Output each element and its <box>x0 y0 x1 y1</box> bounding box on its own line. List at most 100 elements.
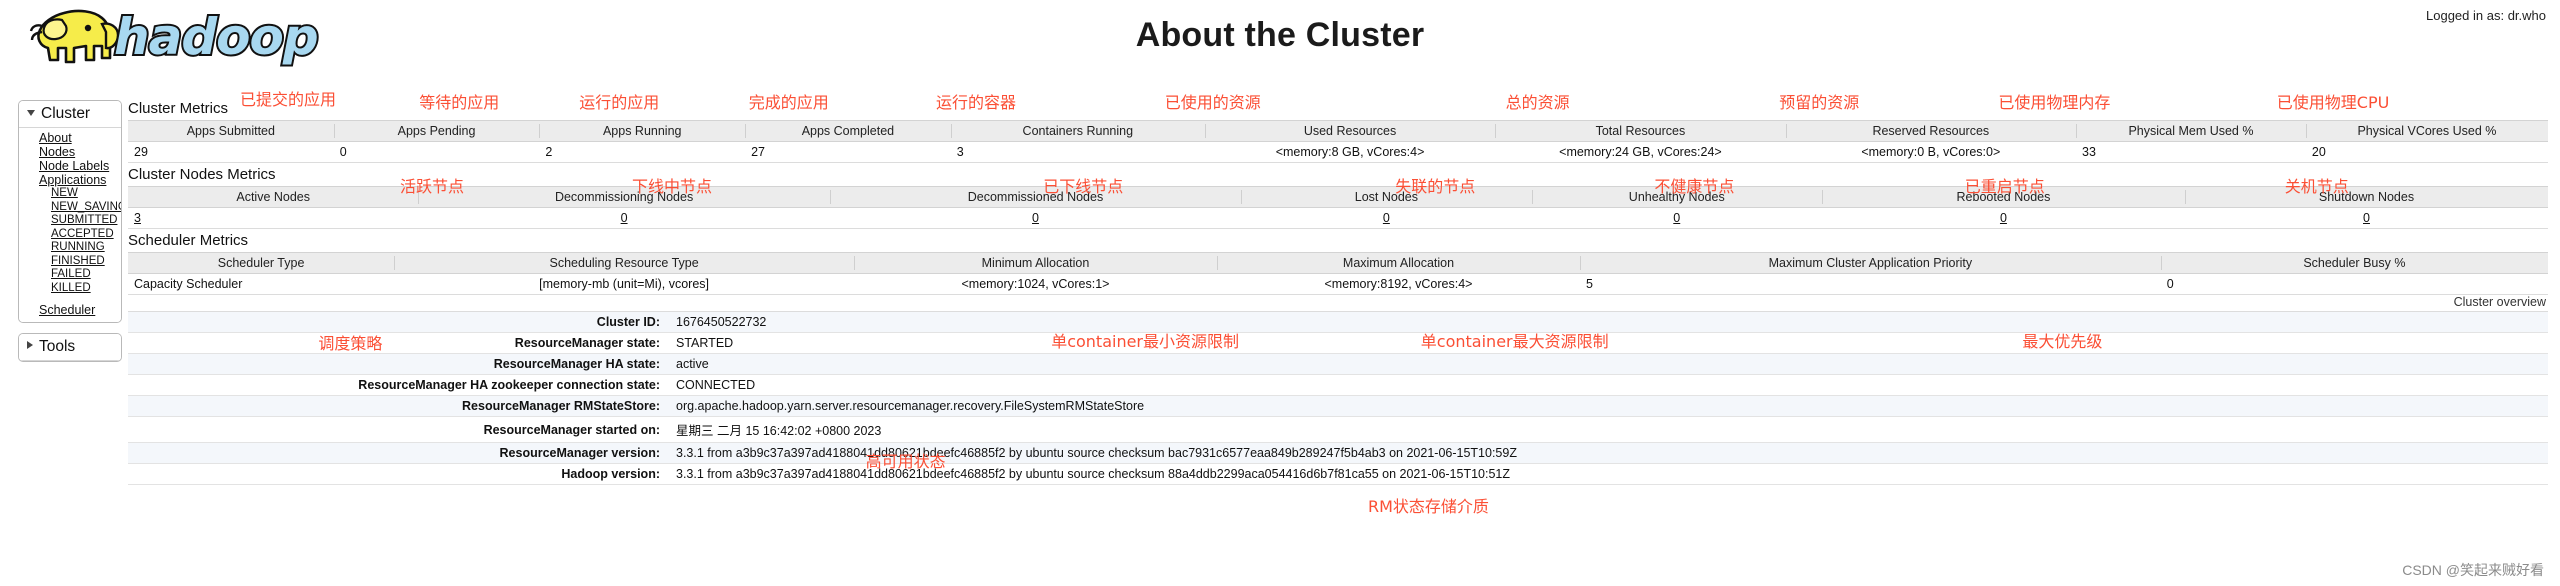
col-apps-submitted: Apps Submitted <box>128 120 334 142</box>
page-title: About the Cluster <box>1135 16 1425 54</box>
col-containers-running: Containers Running <box>950 120 1205 142</box>
table-row: ResourceManager RMStateStore: org.apache… <box>128 395 2548 417</box>
annotation-label: RM状态存储介质 <box>1368 496 1489 516</box>
label-rm-state: ResourceManager state: <box>514 336 660 350</box>
login-info: Logged in as: dr.who <box>2426 8 2546 23</box>
val-shutdown-nodes: 0 <box>2184 207 2548 229</box>
scheduler-metrics-title: Scheduler Metrics <box>128 232 249 249</box>
cluster-overview-caption: Cluster overview <box>2453 295 2546 309</box>
val-scheduling-resource-type: [memory-mb (unit=Mi), vcores] <box>394 273 854 295</box>
sidebar-item-submitted[interactable]: SUBMITTED <box>19 214 121 228</box>
col-apps-completed: Apps Completed <box>745 120 951 142</box>
sidebar-item-accepted[interactable]: ACCEPTED <box>19 228 121 242</box>
sidebar-header-tools[interactable]: Tools <box>19 334 121 361</box>
sidebar-item-new-saving[interactable]: NEW_SAVING <box>19 201 121 215</box>
col-rebooted-nodes: Rebooted Nodes <box>1821 186 2185 208</box>
col-unhealthy-nodes: Unhealthy Nodes <box>1531 186 1822 208</box>
col-scheduling-resource-type: Scheduling Resource Type <box>394 252 854 274</box>
chevron-right-icon <box>27 341 33 349</box>
val-rebooted-nodes: 0 <box>1821 207 2185 229</box>
sidebar-item-node-labels[interactable]: Node Labels <box>19 159 121 173</box>
sidebar-header-tools-label: Tools <box>39 338 76 355</box>
sidebar-item-finished[interactable]: FINISHED <box>19 255 121 269</box>
table-row: ResourceManager started on: 星期三 二月 15 16… <box>128 416 2548 443</box>
val-max-cluster-app-priority: 5 <box>1579 273 2161 295</box>
value-rm-ha-zk-state: CONNECTED <box>676 378 756 392</box>
val-decommissioning-nodes: 0 <box>418 207 830 229</box>
value-rm-state: STARTED <box>676 336 734 350</box>
table-row: Capacity Scheduler [memory-mb (unit=Mi),… <box>128 273 2548 295</box>
value-cluster-id: 1676450522732 <box>676 315 767 329</box>
table-row: 3 0 0 0 0 0 0 <box>128 207 2548 229</box>
sidebar-header-cluster[interactable]: Cluster <box>19 101 121 128</box>
cluster-overview-table: Cluster ID: 1676450522732 ResourceManage… <box>128 311 2548 485</box>
col-used-resources: Used Resources <box>1204 120 1496 142</box>
val-total-resources: <memory:24 GB, vCores:24> <box>1495 141 1786 163</box>
col-scheduler-type: Scheduler Type <box>128 252 395 274</box>
link-active-nodes[interactable]: 3 <box>134 211 141 225</box>
val-decommissioned-nodes: 0 <box>829 207 1242 229</box>
cluster-metrics-title: Cluster Metrics <box>128 100 229 117</box>
sidebar-block-tools: Tools <box>18 333 122 362</box>
label-rm-ha-state: ResourceManager HA state: <box>493 357 660 371</box>
col-scheduler-busy: Scheduler Busy % <box>2160 252 2548 274</box>
sidebar-block-cluster: Cluster About Nodes Node Labels Applicat… <box>18 100 122 323</box>
col-physical-vcores-used: Physical VCores Used % <box>2305 120 2548 142</box>
sidebar-item-nodes[interactable]: Nodes <box>19 145 121 159</box>
val-apps-submitted: 29 <box>128 141 334 163</box>
val-apps-completed: 27 <box>745 141 951 163</box>
val-used-resources: <memory:8 GB, vCores:4> <box>1204 141 1496 163</box>
sidebar: Cluster About Nodes Node Labels Applicat… <box>18 100 122 372</box>
sidebar-item-killed[interactable]: KILLED <box>19 282 121 296</box>
label-rm-started-on: ResourceManager started on: <box>483 422 660 437</box>
table-row: Cluster ID: 1676450522732 <box>128 311 2548 333</box>
val-scheduler-type: Capacity Scheduler <box>128 273 395 295</box>
col-maximum-allocation: Maximum Allocation <box>1216 252 1580 274</box>
sidebar-item-new[interactable]: NEW <box>19 187 121 201</box>
sidebar-item-scheduler[interactable]: Scheduler <box>19 303 121 317</box>
col-decommissioning-nodes: Decommissioning Nodes <box>418 186 830 208</box>
value-rm-version: 3.3.1 from a3b9c37a397ad4188041dd80621bd… <box>676 446 1517 460</box>
watermark: CSDN @笑起来贼好看 <box>2402 562 2544 578</box>
col-total-resources: Total Resources <box>1495 120 1786 142</box>
val-unhealthy-nodes: 0 <box>1531 207 1822 229</box>
resourcemanager-about-page: hadoop About the Cluster Logged in as: d… <box>0 0 2560 586</box>
link-decommissioned-nodes[interactable]: 0 <box>1032 211 1039 225</box>
value-rm-statestore: org.apache.hadoop.yarn.server.resourcema… <box>676 399 1145 413</box>
val-minimum-allocation: <memory:1024, vCores:1> <box>853 273 1217 295</box>
table-row: ResourceManager version: 3.3.1 from a3b9… <box>128 442 2548 464</box>
cluster-nodes-metrics-table: Active Nodes Decommissioning Nodes Decom… <box>128 186 2548 229</box>
table-row: ResourceManager HA zookeeper connection … <box>128 374 2548 396</box>
sidebar-item-applications[interactable]: Applications <box>19 173 121 187</box>
val-containers-running: 3 <box>950 141 1205 163</box>
link-shutdown-nodes[interactable]: 0 <box>2363 211 2370 225</box>
value-hadoop-version: 3.3.1 from a3b9c37a397ad4188041dd80621bd… <box>676 467 1511 481</box>
col-max-cluster-app-priority: Maximum Cluster Application Priority <box>1579 252 2161 274</box>
table-row: ResourceManager state: STARTED <box>128 332 2548 354</box>
val-physical-mem-used: 33 <box>2076 141 2306 163</box>
sidebar-item-about[interactable]: About <box>19 131 121 145</box>
val-physical-vcores-used: 20 <box>2305 141 2548 163</box>
col-lost-nodes: Lost Nodes <box>1241 186 1532 208</box>
link-rebooted-nodes[interactable]: 0 <box>2000 211 2007 225</box>
table-header-row: Active Nodes Decommissioning Nodes Decom… <box>128 186 2548 208</box>
link-lost-nodes[interactable]: 0 <box>1383 211 1390 225</box>
val-apps-running: 2 <box>539 141 746 163</box>
col-minimum-allocation: Minimum Allocation <box>853 252 1217 274</box>
col-active-nodes: Active Nodes <box>128 186 419 208</box>
table-row: ResourceManager HA state: active <box>128 353 2548 375</box>
table-header-row: Scheduler Type Scheduling Resource Type … <box>128 252 2548 274</box>
link-unhealthy-nodes[interactable]: 0 <box>1673 211 1680 225</box>
val-reserved-resources: <memory:0 B, vCores:0> <box>1785 141 2077 163</box>
cluster-overview-section: Cluster overview Cluster ID: 16764505227… <box>128 295 2548 485</box>
col-reserved-resources: Reserved Resources <box>1785 120 2077 142</box>
sidebar-item-failed[interactable]: FAILED <box>19 268 121 282</box>
sidebar-item-running[interactable]: RUNNING <box>19 241 121 255</box>
page-header: hadoop About the Cluster Logged in as: d… <box>0 0 2560 92</box>
label-cluster-id: Cluster ID: <box>596 315 660 329</box>
label-hadoop-version: Hadoop version: <box>561 467 660 481</box>
sidebar-header-cluster-label: Cluster <box>41 105 91 122</box>
val-active-nodes: 3 <box>128 207 419 229</box>
link-decommissioning-nodes[interactable]: 0 <box>621 211 628 225</box>
